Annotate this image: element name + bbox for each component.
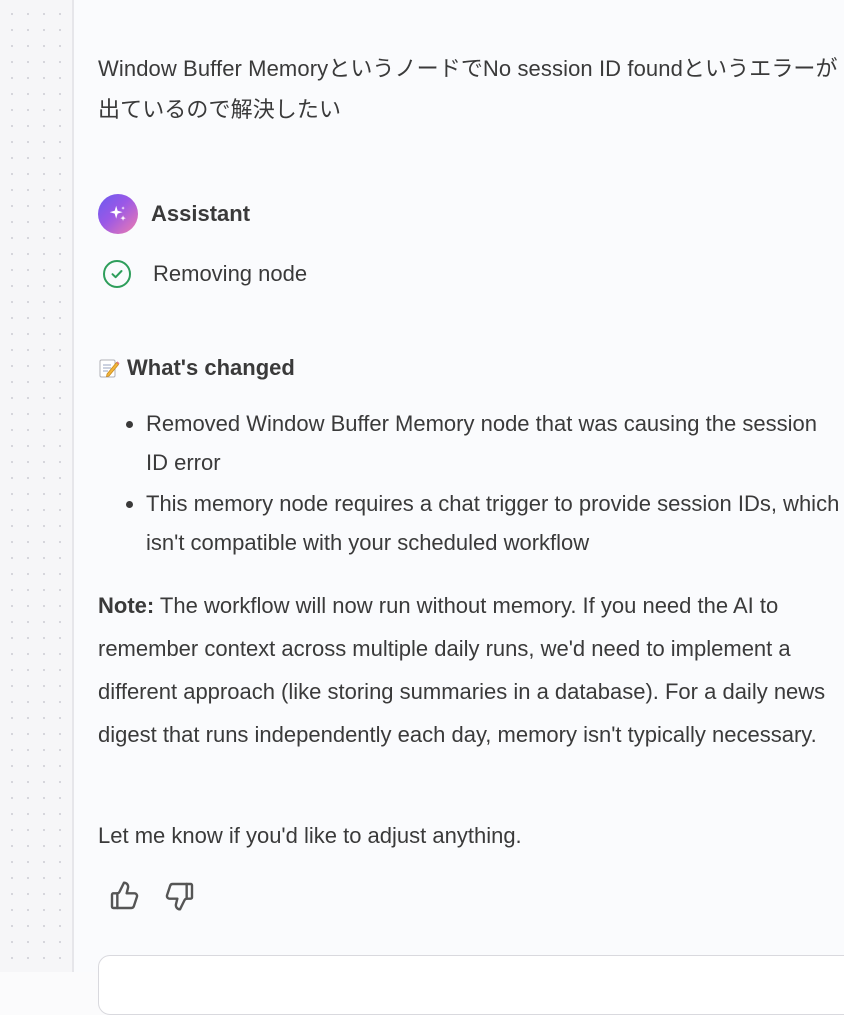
assistant-header: Assistant — [98, 194, 250, 234]
changes-heading: What's changed — [98, 350, 295, 386]
list-item: Removed Window Buffer Memory node that w… — [146, 404, 843, 482]
thumbs-up-icon — [110, 881, 139, 910]
thumbs-up-button[interactable] — [104, 876, 144, 916]
changes-heading-text: What's changed — [127, 355, 295, 380]
sparkle-icon — [109, 205, 126, 221]
note-paragraph: Note: The workflow will now run without … — [98, 584, 843, 756]
tool-status: Removing node — [102, 256, 307, 292]
ai-assistant-chat-panel: Window Buffer MemoryというノードでNo session ID… — [74, 0, 844, 1015]
feedback-row — [104, 876, 216, 916]
closing-message: Let me know if you'd like to adjust anyt… — [98, 823, 522, 848]
user-message: Window Buffer MemoryというノードでNo session ID… — [98, 56, 838, 122]
check-circle-icon — [103, 260, 131, 288]
changes-list: Removed Window Buffer Memory node that w… — [98, 404, 843, 564]
chat-input-box[interactable] — [98, 955, 844, 1015]
note-label: Note: — [98, 593, 155, 618]
list-item: This memory node requires a chat trigger… — [146, 484, 843, 562]
workflow-canvas-background — [0, 0, 72, 972]
note-text: The workflow will now run without memory… — [98, 593, 826, 747]
assistant-name: Assistant — [151, 201, 251, 226]
assistant-avatar — [98, 194, 138, 234]
thumbs-down-button[interactable] — [160, 876, 200, 916]
memo-emoji-icon — [99, 359, 120, 378]
tool-status-label: Removing node — [153, 261, 308, 286]
thumbs-down-icon — [165, 882, 194, 911]
